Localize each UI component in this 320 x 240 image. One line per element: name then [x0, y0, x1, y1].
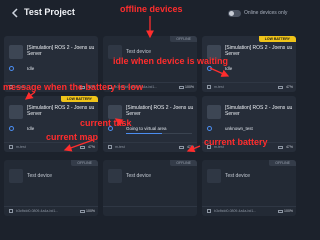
robot-icon	[9, 169, 23, 183]
card-footer: m-test 47%	[4, 142, 98, 152]
card-footer: m-test 47%	[202, 82, 296, 92]
card-footer: b3cfbdd0-0809-4a4a-bd1... 100%	[4, 206, 98, 216]
battery-label: 100%	[185, 85, 194, 89]
task-label: Idle	[225, 66, 233, 71]
task-icon	[9, 66, 14, 71]
battery-icon	[278, 86, 283, 89]
task-label: Idle	[27, 126, 35, 131]
status-badge: OFFLINE	[170, 160, 197, 166]
robot-icon	[9, 105, 23, 119]
online-only-label: Online devices only	[244, 10, 288, 16]
annotation-current-map: current map	[46, 132, 99, 142]
battery-icon	[278, 210, 283, 213]
annotation-offline-devices: offline devices	[120, 4, 183, 14]
robot-icon	[207, 169, 221, 183]
map-label: m-test	[115, 145, 125, 149]
task-label: Going to virtual area	[126, 126, 167, 131]
robot-icon	[207, 105, 221, 119]
annotation-idle: idle when device is waiting	[113, 56, 229, 66]
page-title: Test Project	[24, 7, 75, 17]
task-progress-bar	[126, 133, 192, 134]
map-label: b3cfbdd0-0809-4a4a-bd1...	[214, 209, 257, 213]
annotation-current-battery: current battery	[204, 137, 268, 147]
task-icon	[207, 66, 212, 71]
robot-icon	[108, 105, 122, 119]
battery-label: 47%	[87, 145, 95, 149]
device-name: [Simulation] ROS 2 - Joens uu Server	[27, 45, 95, 57]
battery-icon	[80, 146, 85, 149]
device-name: Test device	[126, 49, 152, 55]
map-label: m-test	[214, 85, 224, 89]
device-name: Test device	[27, 173, 53, 179]
card-footer: b3cfbdd0-0809-4a4a-bd1... 100%	[202, 206, 296, 216]
map-icon	[207, 85, 211, 89]
task-icon	[9, 126, 14, 131]
device-name: [Simulation] ROS 2 - Joens uu Server	[126, 105, 194, 117]
status-badge: OFFLINE	[170, 36, 197, 42]
device-card[interactable]: OFFLINE Test device b3cfbdd0-0809-4a4a-b…	[4, 160, 98, 216]
device-name: Test device	[225, 173, 251, 179]
device-name: [Simulation] ROS 2 - Joens uu Server	[27, 105, 95, 117]
map-icon	[207, 209, 211, 213]
map-label: b3cfbdd0-0809-4a4a-bd1...	[16, 209, 59, 213]
device-card[interactable]: OFFLINE Test device	[103, 160, 197, 216]
annotation-low-battery: message when the battery is low	[3, 82, 144, 92]
battery-icon	[80, 210, 85, 213]
map-icon	[9, 209, 13, 213]
task-label: unknown_test	[225, 126, 253, 131]
device-name: [Simulation] ROS 2 - Joens uu Server	[225, 105, 293, 117]
task-label: Idle	[27, 66, 35, 71]
battery-label: 47%	[186, 145, 194, 149]
robot-icon	[108, 169, 122, 183]
map-icon	[9, 145, 13, 149]
status-badge: LOW BATTERY	[60, 96, 98, 102]
battery-icon	[278, 146, 283, 149]
status-badge: OFFLINE	[269, 160, 296, 166]
robot-icon	[9, 45, 23, 59]
back-arrow-icon[interactable]	[9, 7, 21, 19]
map-icon	[108, 145, 112, 149]
annotation-current-task: current task	[80, 118, 132, 128]
battery-label: 47%	[285, 85, 293, 89]
battery-icon	[179, 86, 184, 89]
device-name: Test device	[126, 173, 152, 179]
card-footer: m-test 47%	[103, 142, 197, 152]
status-badge: OFFLINE	[71, 160, 98, 166]
battery-label: 100%	[86, 209, 95, 213]
device-card[interactable]: OFFLINE Test device b3cfbdd0-0809-4a4a-b…	[202, 160, 296, 216]
task-progress-fill	[126, 133, 163, 134]
task-icon	[207, 126, 212, 131]
card-footer	[103, 206, 197, 216]
map-label: m-test	[16, 145, 26, 149]
battery-label: 47%	[285, 145, 293, 149]
device-name: [Simulation] ROS 2 - Joens uu Server	[225, 45, 293, 57]
battery-icon	[179, 146, 184, 149]
status-badge: LOW BATTERY	[258, 36, 296, 42]
battery-label: 100%	[284, 209, 293, 213]
online-only-toggle[interactable]	[228, 10, 241, 17]
